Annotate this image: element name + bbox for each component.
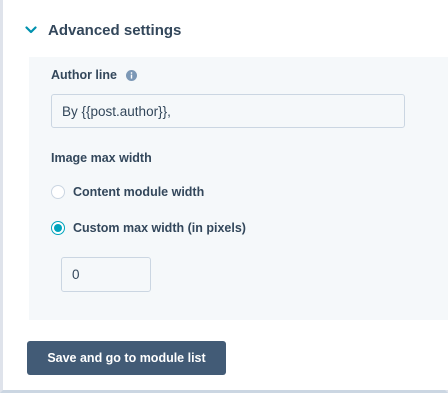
image-max-width-label: Image max width [51,151,152,165]
advanced-settings-body: Author line Image max width Content modu… [29,57,448,320]
radio-label: Custom max width (in pixels) [73,221,246,235]
custom-max-width-input[interactable] [61,257,151,292]
author-line-label-text: Author line [51,68,117,82]
info-icon[interactable] [125,69,137,81]
radio-label: Content module width [73,185,205,199]
advanced-settings-toggle[interactable]: Advanced settings [24,18,181,42]
save-and-go-to-module-list-button[interactable]: Save and go to module list [27,341,226,375]
radio-custom-max-width[interactable]: Custom max width (in pixels) [51,221,246,235]
radio-button-selected[interactable] [51,221,65,235]
author-line-label: Author line [51,68,137,82]
section-title: Advanced settings [48,21,182,39]
author-line-input[interactable] [51,94,405,128]
chevron-down-icon [24,23,38,37]
settings-window: Advanced settings Author line Image max … [0,0,448,393]
radio-content-module-width[interactable]: Content module width [51,185,204,199]
footer: Save and go to module list [6,320,448,390]
radio-button[interactable] [51,185,65,199]
settings-panel: Advanced settings Author line Image max … [6,0,448,320]
